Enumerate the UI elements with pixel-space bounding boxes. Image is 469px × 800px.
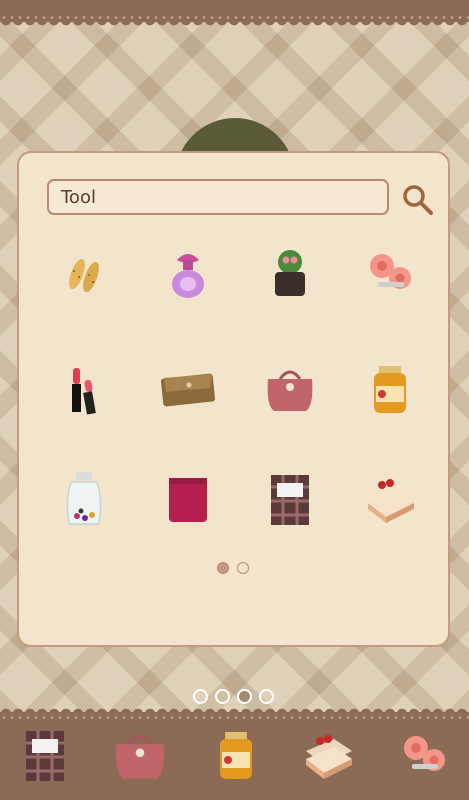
home-page-dot-1[interactable] bbox=[193, 689, 208, 704]
dock-strawberry-cake-icon[interactable] bbox=[292, 720, 364, 792]
plaid-notebook-icon[interactable] bbox=[255, 465, 325, 535]
red-sweater-icon[interactable] bbox=[153, 465, 223, 535]
lipstick-icon[interactable] bbox=[49, 355, 119, 425]
pink-flower-hairclips-icon[interactable] bbox=[355, 239, 425, 309]
page-dot-2[interactable] bbox=[237, 562, 249, 574]
home-page-dot-2[interactable] bbox=[215, 689, 230, 704]
home-page-dot-3[interactable] bbox=[237, 689, 252, 704]
app-drawer-panel: Tool bbox=[17, 151, 450, 647]
home-page-indicator bbox=[193, 689, 277, 707]
search-icon[interactable] bbox=[401, 183, 435, 217]
home-page-dot-4[interactable] bbox=[259, 689, 274, 704]
page-dot-1[interactable] bbox=[217, 562, 229, 574]
dock-pink-handbag-icon[interactable] bbox=[104, 720, 176, 792]
dock-honey-jar-icon[interactable] bbox=[200, 720, 272, 792]
search-query: Tool bbox=[61, 187, 96, 208]
dock-pink-flower-hairclips-icon[interactable] bbox=[388, 720, 460, 792]
flats-shoes-icon[interactable] bbox=[49, 239, 119, 309]
page-indicator bbox=[217, 562, 257, 576]
search-input[interactable]: Tool bbox=[47, 179, 389, 215]
strawberry-cake-icon[interactable] bbox=[355, 465, 425, 535]
potted-cactus-icon[interactable] bbox=[255, 239, 325, 309]
honey-jar-icon[interactable] bbox=[355, 355, 425, 425]
brown-wallet-icon[interactable] bbox=[153, 355, 223, 425]
candy-jar-icon[interactable] bbox=[49, 465, 119, 535]
status-bar bbox=[0, 0, 469, 28]
dock bbox=[0, 706, 469, 800]
dock-plaid-notebook-icon[interactable] bbox=[9, 720, 81, 792]
perfume-bottle-icon[interactable] bbox=[153, 239, 223, 309]
pink-handbag-icon[interactable] bbox=[255, 355, 325, 425]
